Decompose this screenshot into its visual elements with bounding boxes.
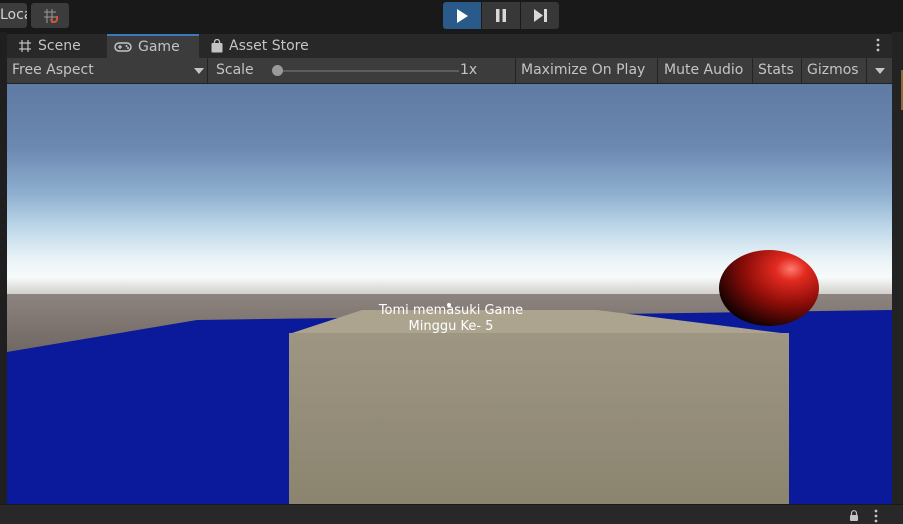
gizmos-toggle[interactable]: Gizmos xyxy=(807,58,859,83)
gamepad-icon xyxy=(114,42,132,52)
pause-button[interactable] xyxy=(482,2,520,29)
divider xyxy=(866,58,867,83)
maximize-on-play-toggle[interactable]: Maximize On Play xyxy=(521,58,645,83)
scene-grid-icon xyxy=(19,40,31,52)
mute-audio-toggle[interactable]: Mute Audio xyxy=(664,58,743,83)
stats-toggle[interactable]: Stats xyxy=(758,58,794,83)
grid-snap-icon xyxy=(44,9,58,23)
scene-render xyxy=(7,250,892,504)
tab-scene-label: Scene xyxy=(38,38,81,54)
divider xyxy=(752,58,753,83)
red-sphere xyxy=(719,250,819,326)
overlay-line-1: Tomi memasuki Game xyxy=(378,303,524,318)
kebab-menu-icon[interactable] xyxy=(876,38,880,52)
scale-slider-track[interactable] xyxy=(277,70,459,72)
kebab-menu-icon[interactable] xyxy=(874,509,878,523)
game-overlay-text: Tomi memasuki Game Minggu Ke- 5 xyxy=(351,303,551,335)
tab-asset-store[interactable]: Asset Store xyxy=(205,34,325,58)
bottom-panel-header xyxy=(0,504,903,524)
shopping-bag-icon xyxy=(211,39,223,53)
lock-icon[interactable] xyxy=(849,510,859,521)
view-tab-bar: Scene Game Asset Store xyxy=(7,34,892,58)
playmode-controls xyxy=(443,2,559,29)
gizmos-dropdown-icon[interactable] xyxy=(875,68,885,74)
tab-game-label: Game xyxy=(138,39,180,55)
tab-game[interactable]: Game xyxy=(107,34,199,58)
tab-asset-store-label: Asset Store xyxy=(229,38,309,54)
divider xyxy=(657,58,658,83)
divider xyxy=(801,58,802,83)
play-icon xyxy=(457,8,468,23)
game-view-controls: Free Aspect Scale 1x Maximize On Play Mu… xyxy=(7,58,892,84)
aspect-dropdown[interactable]: Free Aspect xyxy=(12,58,204,83)
pivot-rotation-toggle[interactable]: Local xyxy=(0,3,27,28)
game-viewport[interactable]: Tomi memasuki Game Minggu Ke- 5 xyxy=(7,84,892,504)
pause-icon xyxy=(496,9,506,22)
aspect-dropdown-label: Free Aspect xyxy=(12,62,94,78)
left-panel-edge xyxy=(0,32,7,524)
chevron-down-icon xyxy=(194,68,204,74)
overlay-line-2: Minggu Ke- 5 xyxy=(408,319,494,334)
scale-slider-handle[interactable] xyxy=(272,65,283,76)
main-toolbar: Local xyxy=(0,0,903,32)
scale-label: Scale xyxy=(216,62,254,78)
step-button[interactable] xyxy=(521,2,559,29)
play-button[interactable] xyxy=(443,2,481,29)
grid-snap-button[interactable] xyxy=(31,3,69,28)
scale-value: 1x xyxy=(460,62,478,78)
divider xyxy=(515,58,516,83)
divider xyxy=(207,58,208,83)
tab-scene[interactable]: Scene xyxy=(12,34,107,58)
cube-front xyxy=(289,333,789,504)
step-icon xyxy=(533,9,547,22)
